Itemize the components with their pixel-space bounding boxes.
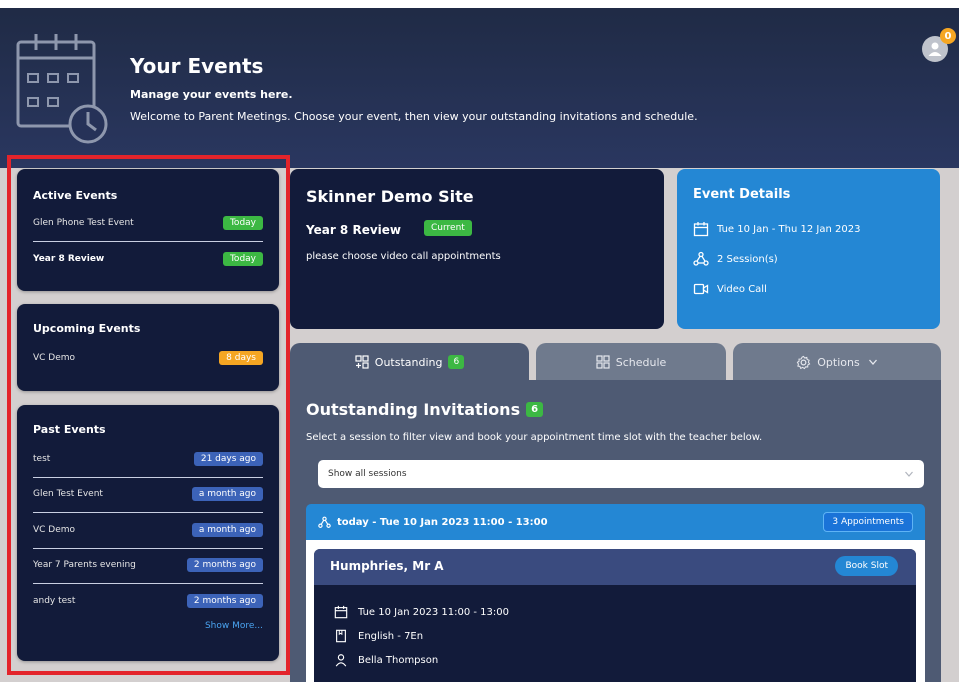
- tab-schedule[interactable]: Schedule: [536, 343, 726, 381]
- appointment-datetime-row: Tue 10 Jan 2023 11:00 - 13:00: [334, 605, 509, 619]
- highlight-frame: [7, 155, 290, 675]
- session-header[interactable]: today - Tue 10 Jan 2023 11:00 - 13:00 3 …: [306, 504, 925, 540]
- chevron-down-icon: [905, 471, 913, 477]
- sessions-icon: [318, 516, 331, 528]
- event-sessions-row: 2 Session(s): [693, 251, 778, 267]
- tab-schedule-label: Schedule: [615, 355, 667, 369]
- page-subtitle: Manage your events here.: [130, 88, 293, 101]
- page-title: Your Events: [130, 54, 264, 78]
- outstanding-title-row: Outstanding Invitations 6: [306, 400, 544, 419]
- appointment-datetime: Tue 10 Jan 2023 11:00 - 13:00: [358, 606, 509, 618]
- teacher-name: Humphries, Mr A: [330, 559, 444, 573]
- current-event-name: Year 8 Review: [306, 223, 401, 237]
- tab-options[interactable]: Options: [733, 343, 941, 381]
- calendar-icon: [693, 222, 709, 237]
- top-strip: [0, 0, 959, 8]
- user-icon: [928, 42, 942, 56]
- calendar-icon: [334, 605, 348, 619]
- appointment-subject: English - 7En: [358, 630, 424, 642]
- outstanding-grid-icon: [355, 355, 369, 369]
- site-card: Skinner Demo Site Year 8 Review Current …: [290, 169, 664, 329]
- gear-icon: [796, 355, 811, 369]
- tab-options-label: Options: [817, 355, 860, 369]
- appointment-subject-row: English - 7En: [334, 629, 423, 643]
- teacher-card-header: Humphries, Mr A Book Slot: [314, 549, 916, 585]
- event-dates-row: Tue 10 Jan - Thu 12 Jan 2023: [693, 221, 860, 237]
- calendar-clock-icon: [16, 34, 108, 144]
- session-label: today - Tue 10 Jan 2023 11:00 - 13:00: [337, 516, 548, 528]
- outstanding-count-badge: 6: [448, 355, 465, 369]
- site-description: please choose video call appointments: [306, 251, 501, 262]
- person-icon: [335, 654, 347, 667]
- event-type-text: Video Call: [717, 283, 767, 295]
- outstanding-description: Select a session to filter view and book…: [306, 432, 763, 443]
- welcome-text: Welcome to Parent Meetings. Choose your …: [130, 110, 698, 123]
- session-filter-value: Show all sessions: [328, 469, 407, 479]
- chevron-down-icon: [868, 359, 877, 365]
- event-sessions-text: 2 Session(s): [717, 253, 778, 265]
- notification-badge: 0: [940, 28, 956, 44]
- session-filter-select[interactable]: Show all sessions: [318, 460, 924, 488]
- site-name: Skinner Demo Site: [306, 187, 474, 206]
- sessions-icon: [693, 251, 709, 266]
- event-dates-text: Tue 10 Jan - Thu 12 Jan 2023: [717, 223, 861, 235]
- tab-outstanding-label: Outstanding: [374, 355, 443, 369]
- current-status-badge: Current: [424, 220, 472, 236]
- appointments-count-button[interactable]: 3 Appointments: [823, 512, 913, 532]
- page-header: [0, 0, 959, 168]
- event-details-title: Event Details: [693, 187, 791, 202]
- outstanding-panel: Outstanding Invitations 6 Select a sessi…: [290, 380, 941, 682]
- outstanding-title: Outstanding Invitations: [306, 400, 521, 419]
- tab-outstanding[interactable]: Outstanding 6: [290, 343, 529, 381]
- book-icon: [336, 629, 346, 643]
- event-type-row: Video Call: [693, 281, 767, 297]
- schedule-grid-icon: [596, 355, 610, 369]
- teacher-card: Humphries, Mr A Book Slot Tue 10 Jan 202…: [314, 549, 916, 682]
- appointment-student-row: Bella Thompson: [334, 653, 438, 667]
- book-slot-button[interactable]: Book Slot: [835, 556, 898, 576]
- event-details-card: Event Details Tue 10 Jan - Thu 12 Jan 20…: [677, 169, 940, 329]
- appointment-student: Bella Thompson: [358, 654, 439, 666]
- outstanding-title-count: 6: [526, 402, 544, 417]
- video-camera-icon: [693, 283, 709, 295]
